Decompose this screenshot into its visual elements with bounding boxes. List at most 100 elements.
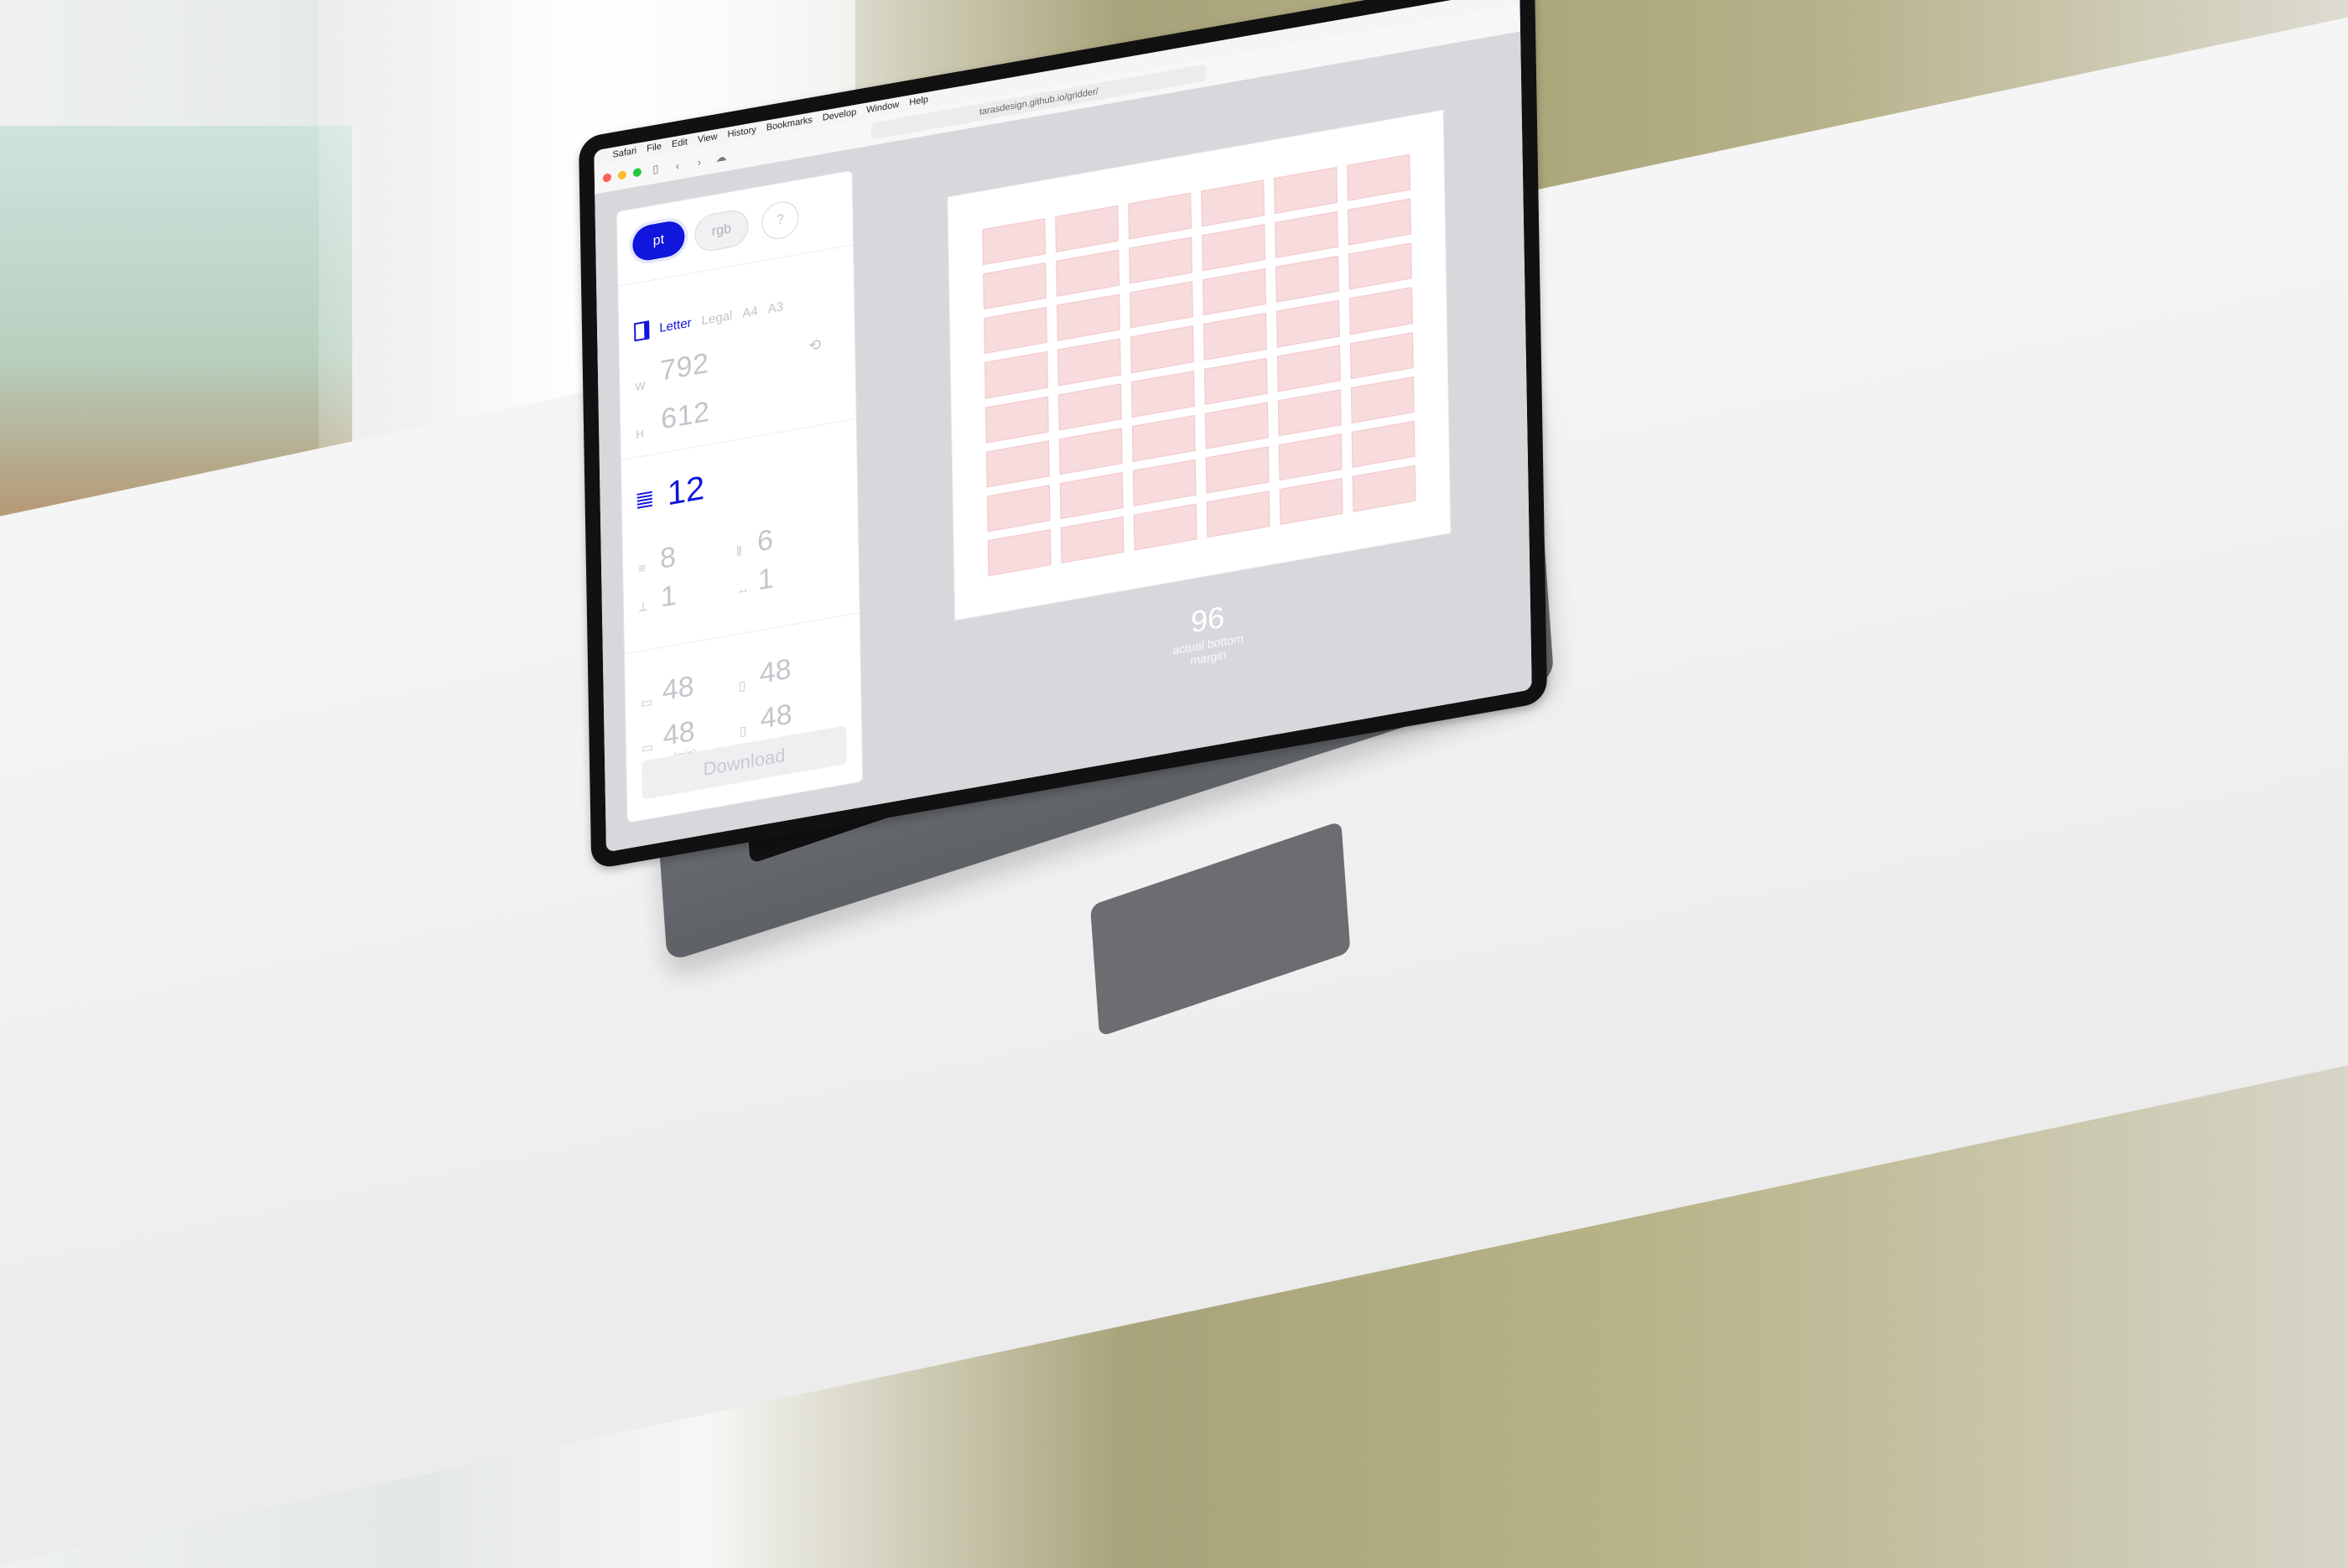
- grid-cell: [1349, 287, 1413, 335]
- laptop: Safari File Edit View History Bookmarks …: [579, 0, 1555, 1136]
- columns-icon: ⦀: [736, 543, 742, 559]
- grid-cell: [1202, 224, 1265, 272]
- unit-rgb-button[interactable]: rgb: [694, 207, 749, 254]
- grid-cell: [985, 440, 1050, 488]
- grid-section: [621, 418, 856, 461]
- grid-cell: [1276, 299, 1340, 348]
- grid-cell: [1059, 471, 1124, 519]
- cloud-icon[interactable]: ☁: [714, 149, 729, 167]
- grid-cell: [1277, 388, 1342, 437]
- grid-cell: [1351, 420, 1416, 468]
- minimize-window-button[interactable]: [617, 170, 627, 180]
- baseline-value[interactable]: 12: [667, 470, 704, 514]
- app-screen: Safari File Edit View History Bookmarks …: [594, 0, 1532, 853]
- paper-size-letter[interactable]: Letter: [659, 315, 692, 335]
- grid-cell: [1203, 268, 1266, 316]
- menu-view[interactable]: View: [698, 132, 718, 145]
- grid-cell: [1349, 331, 1414, 379]
- grid-cell: [1129, 236, 1192, 284]
- grid-cell: [1056, 249, 1119, 298]
- grid-cell: [1348, 198, 1411, 246]
- paper-size-legal[interactable]: Legal: [701, 308, 732, 327]
- forward-icon[interactable]: ›: [692, 153, 707, 170]
- width-label: W: [635, 379, 646, 394]
- menu-safari[interactable]: Safari: [612, 146, 636, 160]
- menu-help[interactable]: Help: [909, 95, 928, 108]
- grid-cell: [987, 529, 1052, 577]
- menu-file[interactable]: File: [647, 142, 662, 154]
- laptop-trackpad[interactable]: [1090, 820, 1351, 1037]
- actual-bottom-margin-readout: 96 actual bottom margin: [1166, 594, 1250, 671]
- right-margin-icon: ▯: [739, 723, 747, 740]
- back-icon[interactable]: ‹: [670, 157, 685, 174]
- paper-size-tabs: Letter Legal A4 A3: [634, 297, 783, 342]
- column-gutter-value[interactable]: 1: [757, 562, 774, 597]
- grid-cell: [1128, 192, 1192, 240]
- grid-cell: [984, 351, 1048, 399]
- grid-cell: [1130, 325, 1194, 373]
- rows-value[interactable]: 8: [660, 541, 677, 576]
- grid-cell: [1275, 210, 1338, 259]
- grid-cell: [1130, 370, 1195, 418]
- grid-cell: [1347, 153, 1410, 201]
- paper-size-a3[interactable]: A3: [767, 299, 783, 316]
- grid-cell: [1131, 414, 1196, 462]
- column-gutter-icon: ↔: [736, 581, 751, 598]
- grid-cell: [1058, 427, 1123, 475]
- grid-cell: [1201, 179, 1265, 227]
- unit-pt-button[interactable]: pt: [632, 218, 685, 263]
- grid-cell: [982, 218, 1047, 266]
- columns-value[interactable]: 6: [757, 523, 774, 558]
- grid-cell: [1350, 376, 1415, 423]
- grid-cell: [1274, 167, 1338, 215]
- grid-cell: [1205, 446, 1270, 494]
- grid-cell: [1279, 477, 1343, 526]
- height-value[interactable]: 612: [661, 396, 710, 437]
- photo-scene: Safari File Edit View History Bookmarks …: [0, 0, 2348, 1568]
- grid-cell: [985, 396, 1049, 444]
- grid-cell: [1276, 344, 1341, 392]
- width-value[interactable]: 792: [660, 347, 709, 388]
- row-gutter-icon: ⟂: [638, 599, 648, 615]
- left-margin-icon: ▯: [738, 678, 746, 694]
- grid-preview-sheet: [948, 110, 1451, 620]
- top-margin-icon: ▭: [640, 694, 653, 712]
- grid-cell: [1055, 205, 1119, 253]
- right-margin-value[interactable]: 48: [760, 698, 792, 736]
- top-margin-value[interactable]: 48: [662, 670, 694, 709]
- grid-cell: [983, 262, 1047, 310]
- grid-cell: [1203, 313, 1267, 361]
- grid-cell: [1130, 281, 1193, 329]
- row-gutter-value[interactable]: 1: [661, 579, 678, 615]
- sidebar-icon[interactable]: ▯: [648, 160, 663, 178]
- grid-cell: [1057, 382, 1122, 430]
- close-window-button[interactable]: [602, 173, 612, 183]
- margins-section: [624, 612, 860, 655]
- grid-cell: [986, 485, 1051, 532]
- baseline-grid-icon: [636, 491, 652, 511]
- left-margin-value[interactable]: 48: [759, 653, 792, 692]
- grid-cell: [1060, 516, 1125, 563]
- paper-size-a4[interactable]: A4: [742, 304, 758, 320]
- bottom-margin-icon: ▭: [641, 740, 654, 756]
- grid-cell: [1203, 357, 1268, 405]
- height-label: H: [636, 427, 644, 442]
- paper-orientation-icon[interactable]: [634, 320, 650, 342]
- grid-cell: [1133, 503, 1197, 551]
- grid-cell: [1057, 293, 1120, 342]
- grid-cell: [1057, 338, 1121, 387]
- rows-icon: ≡: [638, 561, 647, 577]
- grid-cell: [1132, 459, 1197, 506]
- grid-preview: [982, 153, 1416, 577]
- settings-panel: pt rgb ? Letter Legal A4 A3 W 792 ⟲ H 61…: [616, 170, 863, 823]
- grid-cell: [1348, 242, 1412, 290]
- grid-cell: [984, 307, 1047, 355]
- swap-orientation-icon[interactable]: ⟲: [808, 335, 821, 356]
- zoom-window-button[interactable]: [632, 167, 642, 178]
- grid-cell: [1206, 491, 1270, 538]
- menu-edit[interactable]: Edit: [672, 137, 688, 149]
- grid-cell: [1352, 465, 1416, 512]
- help-button[interactable]: ?: [761, 198, 799, 242]
- grid-cell: [1275, 255, 1339, 304]
- screen-bezel: Safari File Edit View History Bookmarks …: [579, 0, 1548, 870]
